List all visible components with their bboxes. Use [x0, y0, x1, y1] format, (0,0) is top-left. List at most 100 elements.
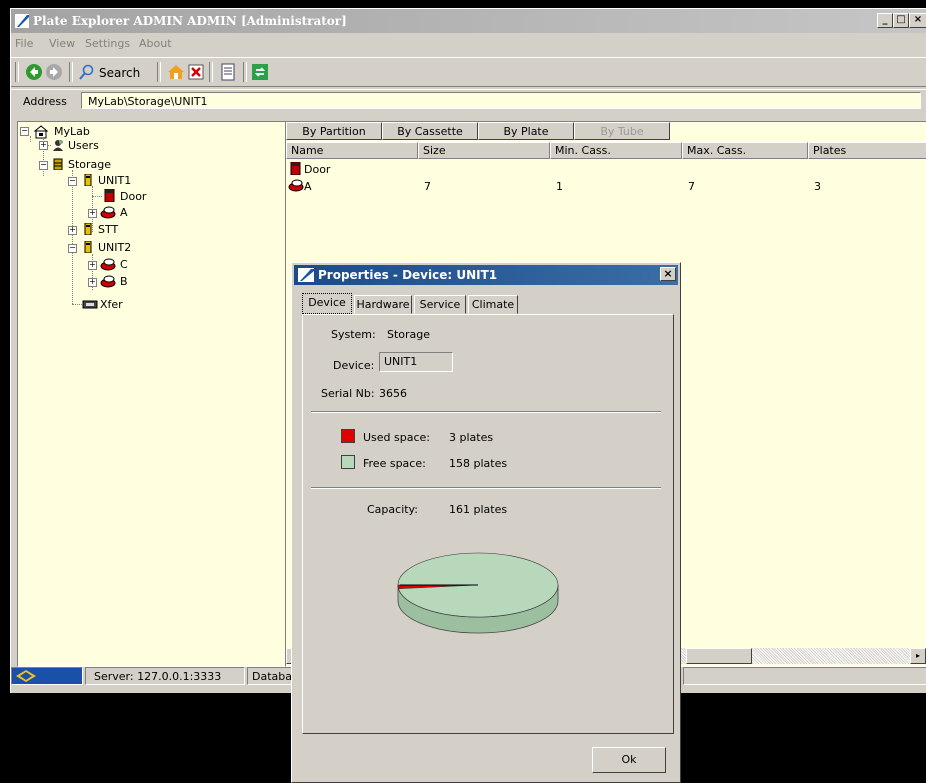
tree-item-storage[interactable]: Storage [68, 158, 111, 171]
collapse-unit1-toggle[interactable]: − [68, 177, 77, 186]
scrollbar-thumb[interactable] [686, 648, 752, 664]
ok-button[interactable]: Ok [592, 747, 666, 773]
connection-icon [16, 670, 36, 682]
server-status: Server: 127.0.0.1:3333 [85, 667, 245, 685]
close-button[interactable]: × [909, 13, 926, 28]
expand-b-toggle[interactable]: + [88, 278, 97, 287]
menu-settings[interactable]: Settings [85, 37, 130, 50]
toolbar-separator [243, 62, 247, 82]
tab-by-plate[interactable]: By Plate [478, 122, 574, 140]
tree-item-unit2[interactable]: UNIT2 [98, 241, 131, 254]
collapse-mylab-toggle[interactable]: − [20, 127, 29, 136]
collapse-storage-toggle[interactable]: − [39, 161, 48, 170]
system-value: Storage [387, 328, 431, 341]
unit-device-icon [84, 241, 92, 253]
expand-c-toggle[interactable]: + [88, 261, 97, 270]
storage-cabinet-icon [53, 158, 63, 170]
unit-device-icon [84, 223, 92, 235]
tree-item-a[interactable]: A [120, 206, 128, 219]
tab-device[interactable]: Device [302, 293, 352, 314]
column-header-max-cass[interactable]: Max. Cass. [682, 142, 808, 159]
menu-about[interactable]: About [139, 37, 172, 50]
menu-view[interactable]: View [49, 37, 75, 50]
serial-value: 3656 [379, 387, 407, 400]
divider [311, 487, 661, 489]
app-logo-icon [15, 14, 29, 28]
used-space-label: Used space: [363, 431, 431, 444]
properties-icon[interactable] [219, 63, 237, 81]
collapse-unit2-toggle[interactable]: − [68, 244, 77, 253]
column-header-min-cass[interactable]: Min. Cass. [550, 142, 682, 159]
toolbar-separator [15, 62, 19, 82]
title-bar[interactable]: Plate Explorer ADMIN ADMIN [Administrato… [11, 9, 926, 33]
minimize-button[interactable]: _ [877, 13, 893, 28]
toolbar-separator [209, 62, 213, 82]
address-input[interactable]: MyLab\Storage\UNIT1 [81, 92, 921, 109]
search-button[interactable]: Search [77, 63, 153, 81]
scroll-right-button[interactable]: ▸ [910, 648, 926, 664]
tree-item-users[interactable]: Users [68, 139, 99, 152]
cassette-icon [100, 206, 116, 219]
search-icon [79, 64, 94, 80]
door-icon [290, 162, 301, 175]
tab-by-cassette[interactable]: By Cassette [382, 122, 478, 140]
search-label: Search [99, 66, 141, 80]
serial-label: Serial Nb: [321, 387, 375, 400]
device-field[interactable]: UNIT1 [379, 352, 453, 372]
cassette-icon [288, 179, 304, 192]
toolbar-separator [157, 62, 161, 82]
expand-stt-toggle[interactable]: + [68, 226, 77, 235]
tree-view[interactable]: − MyLab + Users − Storage − UNIT1 Door +… [17, 121, 287, 667]
tree-item-xfer[interactable]: Xfer [100, 298, 123, 311]
tab-hardware[interactable]: Hardware [354, 295, 412, 314]
row-max-cass: 7 [688, 180, 695, 193]
dialog-close-button[interactable]: × [660, 267, 676, 281]
tree-line [72, 304, 82, 305]
row-size: 7 [424, 180, 431, 193]
row-name: Door [304, 163, 331, 176]
free-space-swatch [341, 455, 355, 469]
expand-a-toggle[interactable]: + [88, 209, 97, 218]
free-space-value: 158 plates [449, 457, 508, 470]
window-title: Plate Explorer ADMIN ADMIN [Administrato… [33, 14, 347, 28]
refresh-icon[interactable] [251, 63, 269, 81]
column-header-name[interactable]: Name [286, 142, 418, 159]
transfer-icon [82, 300, 98, 309]
forward-icon[interactable] [45, 63, 63, 81]
free-space-label: Free space: [363, 457, 426, 470]
back-icon[interactable] [25, 63, 43, 81]
tree-item-door[interactable]: Door [120, 190, 146, 203]
tree-item-c[interactable]: C [120, 258, 128, 271]
toolbar: Search [11, 57, 926, 87]
system-label: System: [331, 328, 376, 341]
cassette-icon [100, 275, 116, 288]
tab-by-tube[interactable]: By Tube [574, 122, 670, 140]
maximize-button[interactable]: □ [893, 13, 909, 28]
tree-line [72, 170, 73, 304]
users-icon [53, 140, 63, 151]
tab-service[interactable]: Service [414, 295, 466, 314]
tree-item-stt[interactable]: STT [98, 223, 118, 236]
delete-icon[interactable] [187, 63, 205, 81]
capacity-value: 161 plates [449, 503, 508, 516]
toolbar-separator [69, 62, 73, 82]
row-plates: 3 [814, 180, 821, 193]
tree-item-unit1[interactable]: UNIT1 [98, 174, 131, 187]
menu-file[interactable]: File [15, 37, 33, 50]
device-label: Device: [333, 359, 375, 372]
tab-by-partition[interactable]: By Partition [286, 122, 382, 140]
row-min-cass: 1 [556, 180, 563, 193]
column-header-plates[interactable]: Plates [808, 142, 926, 159]
tree-item-mylab[interactable]: MyLab [54, 125, 90, 138]
tree-item-b[interactable]: B [120, 275, 128, 288]
capacity-label: Capacity: [367, 503, 418, 516]
status-panel [683, 667, 926, 685]
tab-climate[interactable]: Climate [468, 295, 518, 314]
properties-dialog: Properties - Device: UNIT1 × Device Hard… [291, 262, 681, 783]
used-space-value: 3 plates [449, 431, 494, 444]
home-icon[interactable] [167, 63, 185, 81]
expand-users-toggle[interactable]: + [39, 141, 48, 150]
column-header-size[interactable]: Size [418, 142, 550, 159]
lab-house-icon [34, 125, 48, 139]
dialog-title-bar[interactable]: Properties - Device: UNIT1 × [294, 265, 678, 285]
